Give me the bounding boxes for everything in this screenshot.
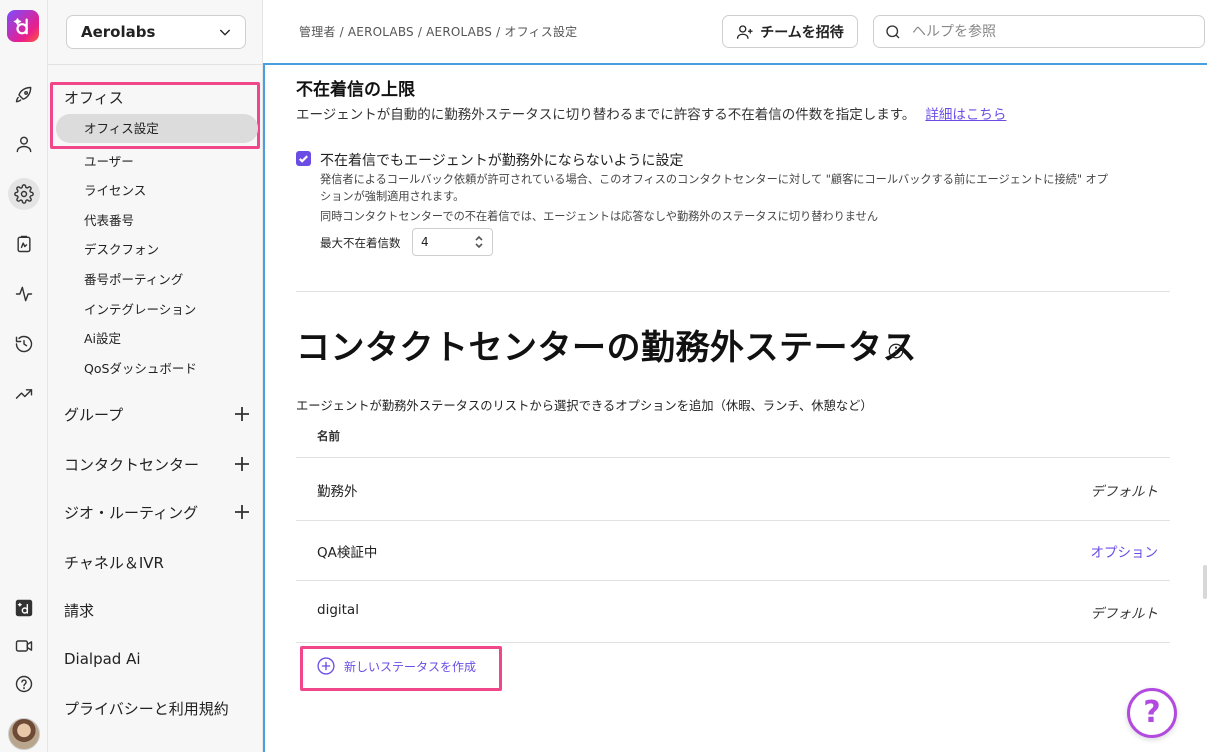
- note-line: 発信者によるコールバック依頼が許可されている場合、このオフィスのコンタクトセンタ…: [320, 173, 1108, 186]
- table-row-type: デフォルト: [1090, 484, 1159, 500]
- breadcrumb: 管理者 / AEROLABS / AEROLABS / オフィス設定: [299, 25, 578, 39]
- sidebar-section-groups[interactable]: グループ: [64, 404, 123, 425]
- chevron-down-icon: [219, 29, 231, 36]
- sidebar-section-dialpad-ai[interactable]: Dialpad Ai: [64, 650, 141, 668]
- gear-icon[interactable]: [8, 178, 40, 210]
- updown-chevron-icon[interactable]: [474, 235, 484, 249]
- sidebar-item-licenses[interactable]: ライセンス: [84, 180, 146, 199]
- sidebar-section-channels-ivr[interactable]: チャネル＆IVR: [64, 552, 164, 573]
- create-status-label: 新しいステータスを作成: [344, 659, 477, 674]
- sidebar-divider: [48, 64, 263, 65]
- missed-calls-description: エージェントが自動的に勤務外ステータスに切り替わるまでに許容する不在着信の件数を…: [296, 103, 1006, 123]
- sidebar-section-contact-center[interactable]: コンタクトセンター: [64, 454, 199, 475]
- video-icon[interactable]: [8, 630, 40, 662]
- sidebar-item-qos-dashboard[interactable]: QoSダッシュボード: [84, 358, 197, 377]
- table-row-type: デフォルト: [1090, 606, 1159, 622]
- max-missed-calls-label: 最大不在着信数: [320, 236, 401, 250]
- activity-icon[interactable]: [8, 278, 40, 310]
- sidebar-item-integrations[interactable]: インテグレーション: [84, 299, 196, 318]
- add-user-icon: [737, 24, 753, 39]
- sidebar-item-ai-settings[interactable]: Ai設定: [84, 328, 121, 347]
- table-divider: [296, 580, 1170, 581]
- invite-team-label: チームを招待: [760, 23, 844, 40]
- workspace-selector[interactable]: Aerolabs: [66, 15, 246, 49]
- no-offduty-checkbox[interactable]: [296, 151, 311, 166]
- help-fab-button[interactable]: ?: [1127, 688, 1177, 738]
- sidebar-item-desk-phones[interactable]: デスクフォン: [84, 239, 159, 258]
- table-divider: [296, 520, 1170, 521]
- sidebar: Aerolabs オフィス オフィス設定 ユーザー ライセンス 代表番号 デスク…: [48, 0, 263, 752]
- sidebar-section-billing[interactable]: 請求: [64, 600, 94, 621]
- avatar[interactable]: [8, 718, 40, 750]
- plus-icon[interactable]: [234, 504, 250, 520]
- note-line: ションが強制適用されます。: [320, 190, 465, 203]
- sidebar-section-privacy[interactable]: プライバシーと利用規約: [64, 698, 229, 719]
- info-icon[interactable]: [887, 342, 905, 360]
- sidebar-item-users[interactable]: ユーザー: [84, 151, 134, 170]
- table-divider: [296, 457, 1170, 458]
- workspace-name: Aerolabs: [81, 23, 156, 41]
- plus-icon[interactable]: [234, 456, 250, 472]
- learn-more-link[interactable]: 詳細はこちら: [925, 107, 1006, 123]
- help-icon[interactable]: [8, 668, 40, 700]
- table-divider: [296, 642, 1170, 643]
- max-missed-calls-value: 4: [421, 235, 429, 249]
- sidebar-section-geo-routing[interactable]: ジオ・ルーティング: [64, 502, 198, 523]
- section-title-offduty-status: コンタクトセンターの勤務外ステータス: [296, 328, 917, 368]
- search-icon: [886, 24, 900, 38]
- section-title-missed-calls: 不在着信の上限: [296, 80, 415, 100]
- table-row-name[interactable]: digital: [317, 602, 359, 618]
- invite-team-button[interactable]: チームを招待: [722, 15, 858, 48]
- question-mark-icon: ?: [1143, 695, 1161, 730]
- table-row-type-link[interactable]: オプション: [1091, 541, 1159, 561]
- missed-calls-description-text: エージェントが自動的に勤務外ステータスに切り替わるまでに許容する不在着信の件数を…: [296, 107, 916, 123]
- help-search[interactable]: [873, 15, 1205, 48]
- plus-circle-icon: [317, 657, 335, 675]
- table-row-name[interactable]: QA検証中: [317, 541, 377, 561]
- section-divider: [296, 291, 1170, 292]
- check-icon: [299, 155, 308, 163]
- person-icon[interactable]: [8, 128, 40, 160]
- history-icon[interactable]: [8, 328, 40, 360]
- dialpad-logo-icon[interactable]: [7, 10, 39, 42]
- rocket-icon[interactable]: [8, 79, 40, 111]
- max-missed-calls-stepper[interactable]: 4: [412, 228, 493, 256]
- sidebar-section-office[interactable]: オフィス: [64, 87, 124, 108]
- help-search-input[interactable]: [912, 23, 1192, 40]
- create-status-button[interactable]: 新しいステータスを作成: [316, 656, 476, 676]
- offduty-status-description: エージェントが勤務外ステータスのリストから選択できるオプションを追加（休暇、ラン…: [296, 399, 873, 413]
- plus-icon[interactable]: [234, 406, 250, 422]
- scrollbar[interactable]: [1203, 565, 1207, 599]
- dialpad-ai-icon[interactable]: [8, 592, 40, 624]
- sidebar-item-office-settings[interactable]: オフィス設定: [56, 114, 258, 143]
- icon-rail: [0, 0, 48, 752]
- trending-icon[interactable]: [8, 378, 40, 410]
- note-line: 同時コンタクトセンターでの不在着信では、エージェントは応答なしや勤務外のステータ…: [320, 210, 879, 223]
- sidebar-item-number-porting[interactable]: 番号ポーティング: [84, 269, 183, 288]
- clipboard-icon[interactable]: [8, 228, 40, 260]
- column-header-name: 名前: [317, 429, 340, 443]
- no-offduty-checkbox-label[interactable]: 不在着信でもエージェントが勤務外にならないように設定: [320, 150, 683, 170]
- sidebar-item-main-number[interactable]: 代表番号: [84, 210, 134, 229]
- table-row-name[interactable]: 勤務外: [317, 480, 358, 500]
